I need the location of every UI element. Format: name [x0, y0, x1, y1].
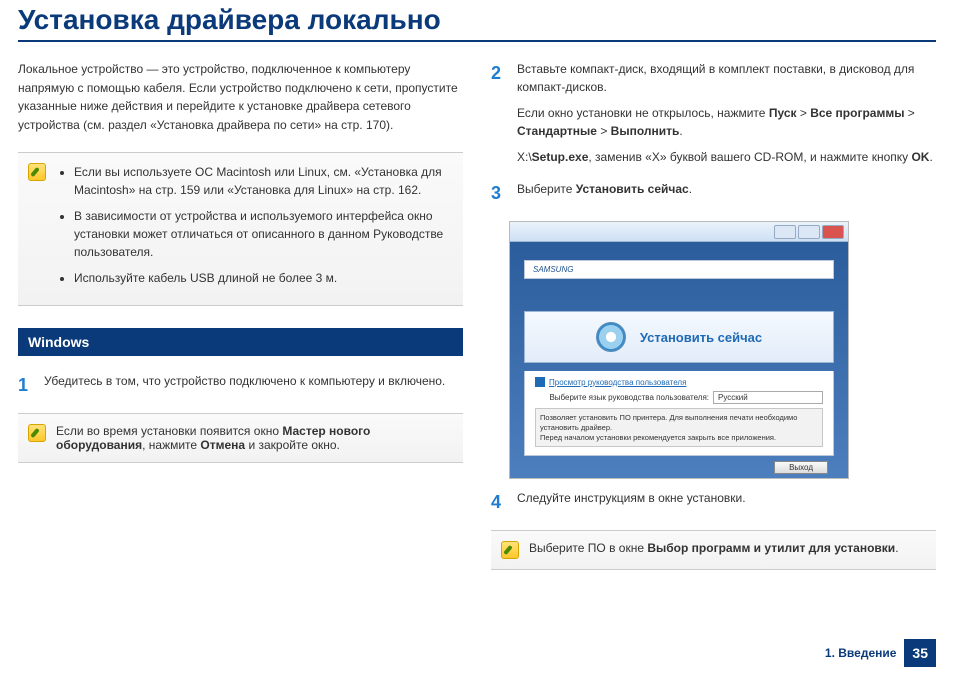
note-box-top: Если вы используете ОС Macintosh или Lin… — [18, 152, 463, 306]
note-text: Если во время установки появится окно Ма… — [56, 424, 453, 452]
step-text: Вставьте компакт-диск, входящий в компле… — [517, 60, 936, 166]
installer-screenshot: SAMSUNG Установить сейчас Просмотр руков… — [509, 221, 849, 479]
exit-button[interactable]: Выход — [774, 461, 828, 474]
book-icon — [535, 377, 545, 387]
step-text: Выберите Установить сейчас. — [517, 180, 936, 207]
note-item: Используйте кабель USB длиной не более 3… — [74, 269, 453, 287]
step-3: 3 Выберите Установить сейчас. — [491, 180, 936, 207]
note-icon — [501, 541, 519, 559]
page-title: Установка драйвера локально — [18, 0, 936, 42]
note-box-select-software: Выберите ПО в окне Выбор программ и утил… — [491, 530, 936, 570]
right-column: 2 Вставьте компакт-диск, входящий в комп… — [491, 60, 936, 584]
hint-panel: Позволяет установить ПО принтера. Для вы… — [535, 408, 823, 447]
cd-icon — [596, 322, 626, 352]
step-number: 3 — [491, 180, 507, 207]
step-2: 2 Вставьте компакт-диск, входящий в комп… — [491, 60, 936, 166]
note-icon — [28, 163, 46, 181]
close-icon — [822, 225, 844, 239]
step-4: 4 Следуйте инструкциям в окне установки. — [491, 489, 936, 516]
brand-logo: SAMSUNG — [524, 260, 834, 279]
intro-paragraph: Локальное устройство — это устройство, п… — [18, 60, 463, 134]
minimize-icon — [774, 225, 796, 239]
page-number: 35 — [904, 639, 936, 667]
window-titlebar — [510, 222, 848, 242]
note-icon — [28, 424, 46, 442]
note-item: Если вы используете ОС Macintosh или Lin… — [74, 163, 453, 199]
step-text: Убедитесь в том, что устройство подключе… — [44, 372, 463, 399]
note-text: Выберите ПО в окне Выбор программ и утил… — [529, 541, 899, 559]
left-column: Локальное устройство — это устройство, п… — [18, 60, 463, 584]
note-item: В зависимости от устройства и используем… — [74, 207, 453, 261]
language-select[interactable]: Русский — [713, 391, 823, 404]
install-now-button[interactable]: Установить сейчас — [524, 311, 834, 363]
step-number: 2 — [491, 60, 507, 166]
maximize-icon — [798, 225, 820, 239]
page-footer: 1. Введение 35 — [825, 639, 936, 667]
section-heading-windows: Windows — [18, 328, 463, 356]
step-number: 1 — [18, 372, 34, 399]
chapter-label: 1. Введение — [825, 646, 897, 660]
step-number: 4 — [491, 489, 507, 516]
language-label: Выберите язык руководства пользователя: — [549, 393, 709, 402]
view-manual-link[interactable]: Просмотр руководства пользователя — [535, 377, 823, 387]
step-1: 1 Убедитесь в том, что устройство подклю… — [18, 372, 463, 399]
note-box-new-hardware: Если во время установки появится окно Ма… — [18, 413, 463, 463]
step-text: Следуйте инструкциям в окне установки. — [517, 489, 936, 516]
